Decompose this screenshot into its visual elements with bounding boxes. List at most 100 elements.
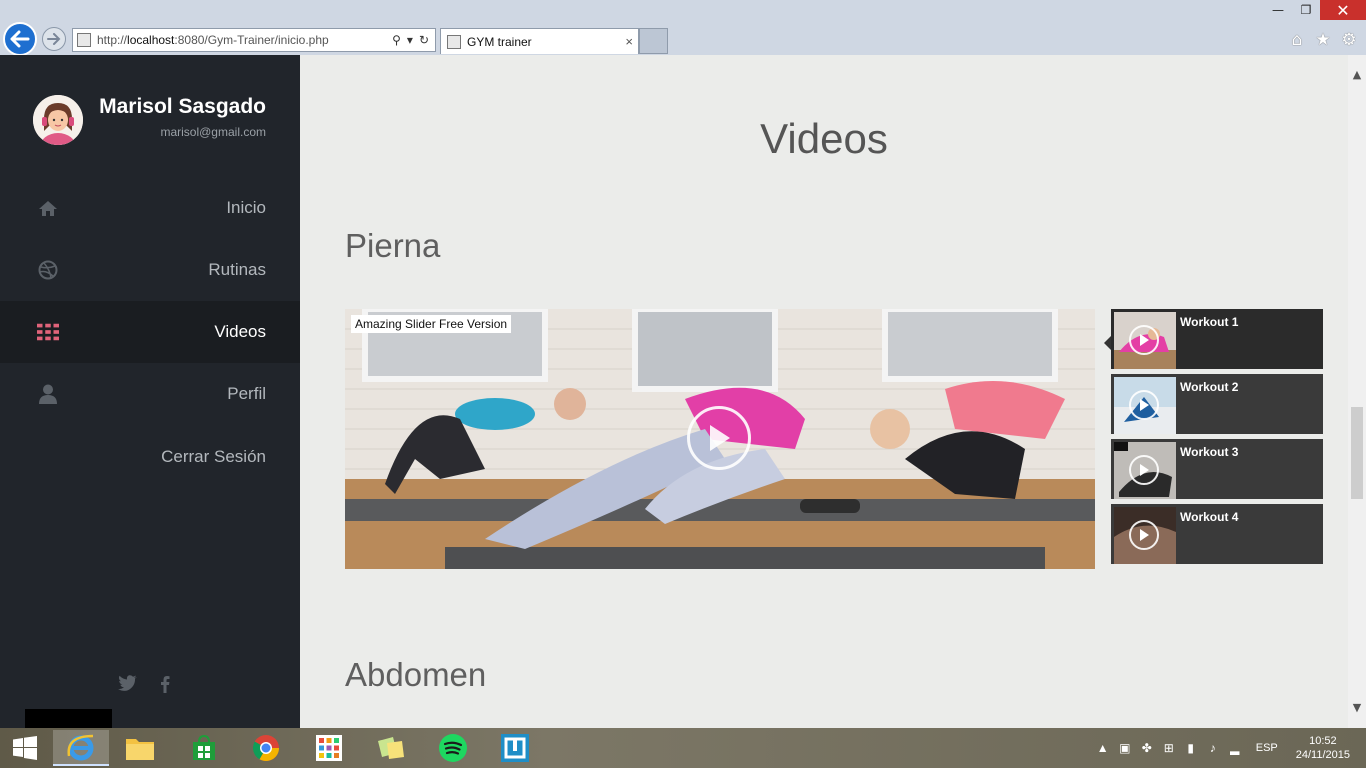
user-email: marisol@gmail.com bbox=[160, 125, 266, 139]
address-url[interactable]: http://localhost:8080/Gym-Trainer/inicio… bbox=[97, 33, 392, 47]
taskbar-internet-explorer[interactable] bbox=[53, 730, 109, 766]
scrollbar-thumb[interactable] bbox=[1351, 407, 1363, 499]
browser-chrome: — ❐ ✕ http://localhost:8080/Gym-Trainer/… bbox=[0, 0, 1366, 56]
sidebar-item-label: Perfil bbox=[227, 384, 266, 403]
user-icon bbox=[37, 383, 59, 405]
avatar bbox=[33, 95, 83, 145]
store-icon bbox=[193, 734, 215, 760]
start-button[interactable] bbox=[0, 728, 50, 768]
thumbnail-title: Workout 1 bbox=[1180, 315, 1239, 329]
windows-logo-icon bbox=[13, 736, 37, 760]
sidebar-item-rutinas[interactable]: Rutinas bbox=[0, 239, 300, 301]
video-thumbnail-list: Workout 1 Workout 2 Workout 3 Workout 4 bbox=[1111, 309, 1323, 569]
dribbble-icon bbox=[37, 259, 59, 281]
apps-grid-icon bbox=[316, 735, 342, 761]
play-icon bbox=[1129, 390, 1159, 420]
sidebar-item-cerrar-sesion[interactable]: Cerrar Sesión bbox=[0, 426, 300, 488]
url-path: :8080/Gym-Trainer/inicio.php bbox=[174, 33, 329, 47]
page-favicon-icon bbox=[77, 33, 91, 47]
sidebar-item-perfil[interactable]: Perfil bbox=[0, 363, 300, 425]
thumbnail-title: Workout 4 bbox=[1180, 510, 1239, 524]
main-content: Videos Pierna Amazing Slider Free Versio… bbox=[300, 55, 1348, 728]
clock-time: 10:52 bbox=[1309, 735, 1337, 747]
taskbar-store[interactable] bbox=[176, 730, 232, 766]
favorites-star-icon[interactable]: ★ bbox=[1314, 30, 1332, 50]
avatar-illustration bbox=[33, 95, 83, 145]
sidebar-item-label: Inicio bbox=[226, 198, 266, 217]
slider-watermark-label: Amazing Slider Free Version bbox=[351, 315, 512, 333]
sticky-notes-icon bbox=[378, 737, 404, 759]
scroll-down-icon[interactable]: ▼ bbox=[1348, 698, 1366, 716]
play-icon bbox=[1129, 520, 1159, 550]
play-icon bbox=[1129, 325, 1159, 355]
page-title: Videos bbox=[760, 115, 888, 162]
sidebar-item-videos[interactable]: Videos bbox=[0, 301, 300, 363]
settings-gear-icon[interactable]: ⚙ bbox=[1340, 30, 1358, 50]
chrome-icon bbox=[252, 735, 280, 762]
facebook-icon[interactable] bbox=[160, 675, 170, 697]
tray-windows-icon[interactable]: ⊞ bbox=[1162, 741, 1176, 755]
video-thumbnail[interactable]: Workout 4 bbox=[1111, 504, 1323, 564]
play-icon bbox=[710, 425, 730, 451]
new-tab-button[interactable] bbox=[639, 28, 668, 54]
tray-sync-icon[interactable]: ✤ bbox=[1140, 741, 1154, 755]
section-title-abdomen: Abdomen bbox=[345, 656, 487, 693]
twitter-icon[interactable] bbox=[118, 675, 138, 697]
video-thumbnail[interactable]: Workout 1 bbox=[1111, 309, 1323, 369]
close-button[interactable]: ✕ bbox=[1320, 0, 1366, 20]
sidebar-item-label: Videos bbox=[214, 322, 266, 341]
tray-display-icon[interactable]: ▣ bbox=[1118, 741, 1132, 755]
minimize-button[interactable]: — bbox=[1264, 0, 1292, 20]
taskbar-file-explorer[interactable] bbox=[112, 730, 168, 766]
refresh-icon[interactable]: ↻ bbox=[419, 33, 429, 47]
dropdown-icon[interactable]: ▾ bbox=[407, 33, 413, 47]
tab-gym-trainer[interactable]: GYM trainer × bbox=[440, 28, 639, 54]
tab-close-icon[interactable]: × bbox=[625, 34, 633, 49]
page-scrollbar[interactable]: ▲ ▼ bbox=[1348, 55, 1366, 728]
section-title-pierna: Pierna bbox=[345, 227, 441, 264]
forward-arrow-icon bbox=[47, 33, 61, 45]
home-icon[interactable]: ⌂ bbox=[1288, 30, 1306, 50]
taskbar-chrome[interactable] bbox=[238, 730, 294, 766]
folder-icon bbox=[126, 739, 154, 760]
taskbar-apps[interactable] bbox=[301, 730, 357, 766]
url-host: localhost bbox=[127, 33, 175, 47]
taskbar-app-editor[interactable] bbox=[487, 730, 543, 766]
play-button[interactable] bbox=[687, 406, 751, 470]
tray-battery-icon[interactable]: ▮ bbox=[1184, 741, 1198, 755]
tab-title: GYM trainer bbox=[467, 34, 532, 49]
sidebar: Marisol Sasgado marisol@gmail.com Inicio… bbox=[0, 55, 300, 728]
url-scheme: http:// bbox=[97, 33, 128, 47]
play-icon bbox=[1129, 455, 1159, 485]
video-slider[interactable]: Amazing Slider Free Version bbox=[345, 309, 1095, 569]
search-icon[interactable]: ⚲ bbox=[392, 33, 401, 47]
sidebar-item-label: Rutinas bbox=[208, 260, 266, 279]
tray-volume-icon[interactable]: ♪ bbox=[1206, 741, 1220, 755]
user-name: Marisol Sasgado bbox=[99, 95, 266, 118]
video-thumbnail[interactable]: Workout 3 bbox=[1111, 439, 1323, 499]
scroll-top-tab[interactable] bbox=[25, 709, 112, 728]
internet-explorer-icon bbox=[67, 734, 94, 761]
tray-clock[interactable]: 10:52 24/11/2015 bbox=[1296, 734, 1350, 762]
video-thumbnail[interactable]: Workout 2 bbox=[1111, 374, 1323, 434]
clock-date: 24/11/2015 bbox=[1295, 749, 1350, 761]
address-bar[interactable]: http://localhost:8080/Gym-Trainer/inicio… bbox=[72, 28, 436, 52]
sidebar-item-label: Cerrar Sesión bbox=[161, 447, 266, 466]
social-links bbox=[118, 675, 170, 697]
forward-button[interactable] bbox=[42, 27, 66, 51]
scroll-up-icon[interactable]: ▲ bbox=[1348, 65, 1366, 83]
browser-toolbar-right: ⌂ ★ ⚙ bbox=[1288, 30, 1358, 50]
back-arrow-icon bbox=[10, 30, 30, 48]
tray-overflow-icon[interactable]: ▲ bbox=[1096, 741, 1110, 755]
system-tray: ▲ ▣ ✤ ⊞ ▮ ♪ ▂ ESP 10:52 24/11/2015 bbox=[1096, 728, 1366, 768]
back-button[interactable] bbox=[3, 22, 37, 56]
taskbar-spotify[interactable] bbox=[425, 730, 481, 766]
restore-button[interactable]: ❐ bbox=[1292, 0, 1320, 20]
taskbar-sticky-notes[interactable] bbox=[363, 730, 419, 766]
window-controls: — ❐ ✕ bbox=[1264, 0, 1366, 22]
tray-network-icon[interactable]: ▂ bbox=[1228, 741, 1242, 755]
tray-language[interactable]: ESP bbox=[1256, 742, 1278, 754]
thumbnail-title: Workout 2 bbox=[1180, 380, 1239, 394]
app-editor-icon bbox=[501, 734, 529, 762]
sidebar-item-inicio[interactable]: Inicio bbox=[0, 177, 300, 239]
